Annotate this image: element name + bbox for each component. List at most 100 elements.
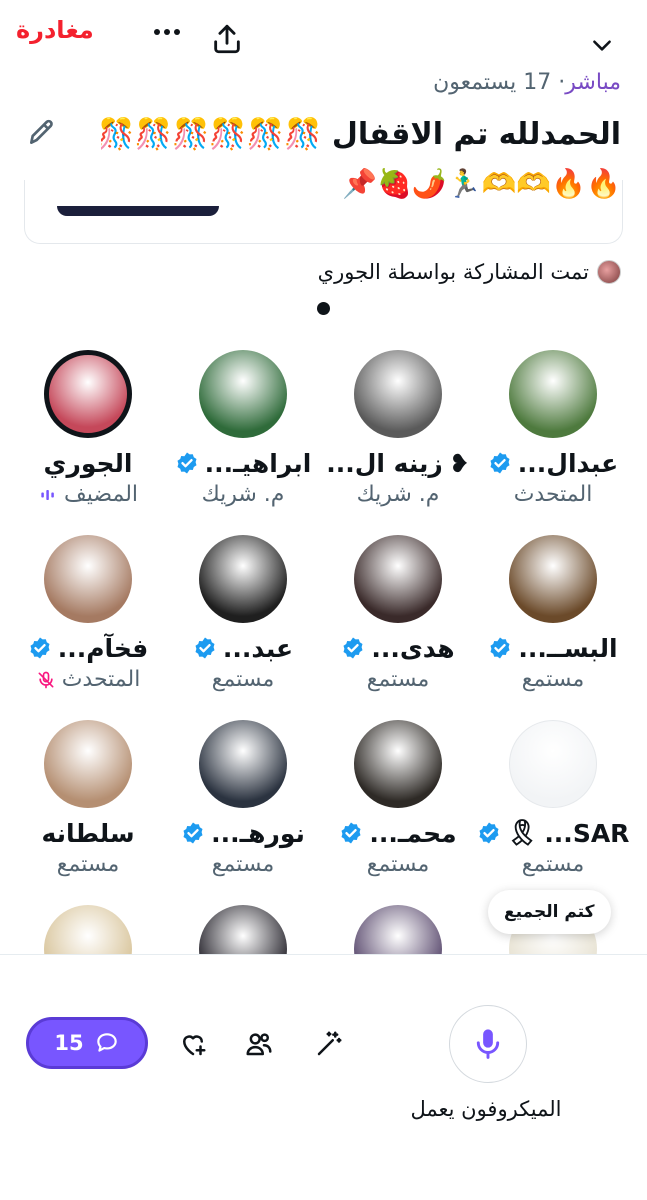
participant-role-text: مستمع [56,852,120,877]
live-label: مباشر [565,70,621,95]
more-options-icon[interactable] [150,20,184,44]
sharer-avatar [597,260,621,284]
microphone-icon [476,1029,500,1059]
participant-cell[interactable]: ابراهيـ... م. شريك [168,350,318,507]
participant-role: مستمع [478,667,628,692]
page-indicator-dot [317,302,330,315]
avatar[interactable] [44,720,132,808]
participant-name-text: محمـ... [369,818,457,848]
participant-cell[interactable]: الجوري المضيف [13,350,163,507]
comment-bubble-icon [96,1033,117,1052]
participant-name-text: الجوري [43,448,133,478]
verified-badge-icon [30,637,50,659]
shared-by: تمت المشاركة بواسطة الجوري [318,260,621,284]
participant-cell[interactable]: عبدال... المتحدث [478,350,628,507]
mic-status-label: الميكروفون يعمل [410,1097,562,1121]
verified-badge-icon [490,637,510,659]
participant-role-text: مستمع [521,667,585,692]
participant-name-text: البســ... [518,633,618,663]
pinned-card[interactable] [24,180,623,244]
participant-name-text: هدى... [371,633,455,663]
avatar[interactable] [354,350,442,438]
participant-name-text: ابراهيـ... [204,448,312,478]
space-meta: مباشر· 17 يستمعون [433,70,621,95]
bottom-bar: 15 الميكروفون يعمل [0,954,647,1200]
participant-role: مستمع [323,852,473,877]
magic-wand-icon[interactable] [314,1029,344,1059]
mute-all-button[interactable]: كتم الجميع [488,890,611,934]
participant-role: مستمع [478,852,628,877]
participant-role: مستمع [168,667,318,692]
participant-name-text: عبد... [222,633,294,663]
participant-role: م. شريك [323,482,473,507]
avatar[interactable] [509,535,597,623]
participant-name: SAR... 🎗 [478,816,630,850]
shared-by-text: تمت المشاركة بواسطة الجوري [317,260,589,284]
participant-name-text: SAR... [544,818,630,848]
avatar[interactable] [199,535,287,623]
verified-badge-icon [183,822,203,844]
space-sheet: مغادرة مباشر· 17 يستمعون الحمدلله تم الا… [0,0,647,1200]
participant-name-text: نورهـ... [211,818,305,848]
mic-muted-icon [38,671,54,688]
participant-name-text: زينه ال... [326,448,443,478]
participant-role: م. شريك [168,482,318,507]
name-suffix: 🎗 [506,818,539,847]
participant-name: هدى... [323,631,473,665]
avatar[interactable] [509,720,597,808]
participant-role-text: مستمع [366,852,430,877]
participant-role: المتحدث [478,482,628,507]
participant-name: محمـ... [323,816,473,850]
space-title: الحمدلله تم الاقفال 🎊🎊🎊🎊🎊🎊 [101,117,621,152]
participant-cell[interactable]: نورهـ... مستمع [168,720,318,877]
verified-badge-icon [343,637,363,659]
participant-name: ابراهيـ... [168,446,318,480]
avatar[interactable] [199,350,287,438]
participant-role: مستمع [168,852,318,877]
share-icon[interactable] [210,22,244,56]
participant-role-text: المضيف [63,482,139,507]
verified-badge-icon [195,637,215,659]
microphone-button[interactable] [449,1005,527,1083]
avatar[interactable] [509,350,597,438]
participant-name: نورهـ... [168,816,318,850]
avatar[interactable] [44,350,132,438]
participant-name: سلطانه [13,816,163,850]
avatar[interactable] [44,535,132,623]
participant-role-text: مستمع [366,667,430,692]
people-icon[interactable] [244,1029,274,1059]
participant-role-text: م. شريك [201,482,285,507]
participant-cell[interactable]: فخآم... المتحدث [13,535,163,692]
participant-cell[interactable]: البســ... مستمع [478,535,628,692]
avatar[interactable] [354,720,442,808]
avatar[interactable] [354,535,442,623]
participant-cell[interactable]: عبد... مستمع [168,535,318,692]
comments-button[interactable]: 15 [26,1017,148,1069]
leave-button[interactable]: مغادرة [16,16,94,44]
participant-cell[interactable]: محمـ... مستمع [323,720,473,877]
participant-name-text: سلطانه [41,818,135,848]
chevron-down-icon[interactable] [589,32,615,58]
edit-pencil-icon[interactable] [26,116,58,148]
verified-badge-icon [177,452,197,474]
avatar[interactable] [199,720,287,808]
participant-cell[interactable]: SAR... 🎗 مستمع [478,720,630,877]
participant-name: عبدال... [478,446,628,480]
participant-role: مستمع [323,667,473,692]
heart-add-icon[interactable] [178,1029,208,1059]
verified-badge-icon [490,452,510,474]
listeners-count: 17 يستمعون [433,70,552,95]
pinned-card-bar [57,206,219,216]
participant-cell[interactable]: هدى... مستمع [323,535,473,692]
participant-role: مستمع [13,852,163,877]
participant-cell[interactable]: ❥ زينه ال... م. شريك [323,350,473,507]
participant-name-text: فخآم... [57,633,149,663]
participant-role-text: مستمع [211,667,275,692]
participant-name: فخآم... [13,631,163,665]
participant-role: المتحدث [13,667,163,692]
verified-badge-icon [341,822,361,844]
speaking-bars-icon [41,489,54,500]
participant-role-text: المتحدث [513,482,593,507]
participant-cell[interactable]: سلطانه مستمع [13,720,163,877]
participant-name: الجوري [13,446,163,480]
